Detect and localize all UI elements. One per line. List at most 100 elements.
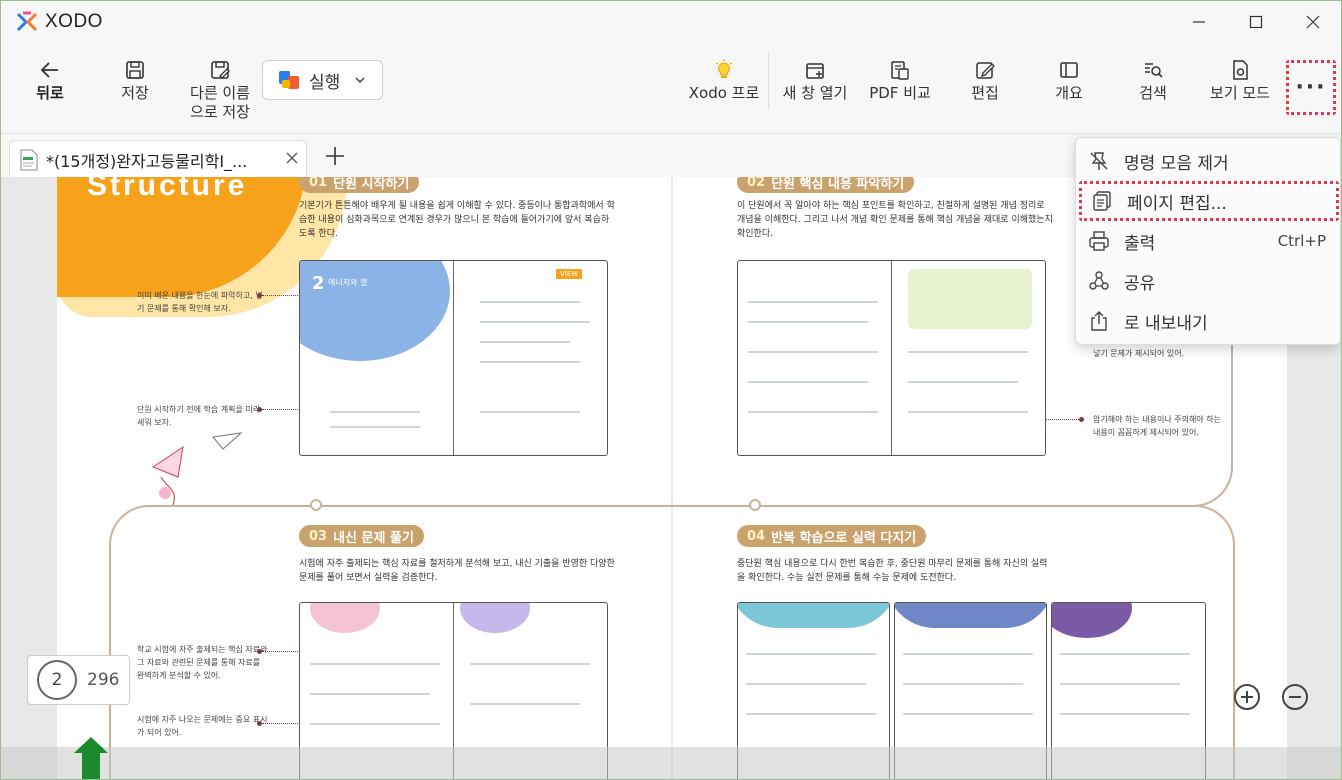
overview-button[interactable]: 개요 — [1052, 59, 1086, 129]
add-tab-icon[interactable] — [323, 144, 347, 168]
thumb-line — [908, 351, 1028, 353]
section-pill-04: 04 반복 학습으로 실력 다지기 — [737, 525, 927, 547]
section-num: 03 — [309, 528, 328, 544]
tab-close-icon[interactable] — [284, 150, 300, 166]
flow-node — [749, 499, 761, 511]
thumb-blob — [908, 269, 1032, 329]
save-as-label-1: 다른 이름 — [190, 84, 250, 102]
edit-label: 편집 — [971, 84, 999, 102]
xodo-window: XODO 뒤로 저장 다른 이름 으로 저장 실행 Xodo 프로 새 창 열기… — [0, 0, 1342, 780]
minimize-icon — [1193, 21, 1205, 23]
thumb-line — [746, 713, 876, 715]
view-mode-label: 보기 모드 — [1210, 84, 1270, 102]
thumb-line — [746, 683, 866, 685]
thumb-line — [480, 411, 580, 413]
section-title: 반복 학습으로 실력 다지기 — [771, 530, 917, 546]
apps-icon — [279, 71, 299, 89]
thumb-line — [748, 381, 868, 383]
new-window-button[interactable]: 새 창 열기 — [777, 59, 853, 129]
thumb-line — [480, 321, 590, 323]
horizontal-scroll-area[interactable] — [1, 747, 1341, 779]
pdf-compare-label: PDF 비교 — [869, 84, 931, 102]
side-note: 이미 배운 내용을 한눈에 파악하고, 넣기 문제를 통해 확인해 보자. — [137, 291, 263, 313]
xodo-pro-label: Xodo 프로 — [688, 84, 760, 102]
maximize-button[interactable] — [1228, 1, 1284, 43]
thumb-blob — [460, 603, 530, 633]
unpin-icon — [1090, 152, 1108, 170]
chevron-down-icon — [355, 77, 365, 83]
section-title: 단원 핵심 내용 파악하기 — [771, 177, 905, 192]
section-pill-01: 01 단원 시작하기 — [299, 177, 420, 193]
thumb-line — [746, 653, 876, 655]
section-title: 내신 문제 풀기 — [333, 530, 414, 546]
page-indicator[interactable]: 2 296 — [27, 655, 130, 705]
thumb-line — [1060, 713, 1190, 715]
app-logo: XODO — [15, 10, 103, 34]
app-name: XODO — [45, 11, 103, 32]
save-as-label-2: 으로 저장 — [190, 103, 250, 121]
more-options-menu: 명령 모음 제거 페이지 편집... 출력 Ctrl+P 공유 로 내보내기 — [1075, 137, 1341, 345]
flow-node — [310, 499, 322, 511]
close-window-button[interactable] — [1285, 1, 1341, 43]
menu-item-share[interactable]: 공유 — [1076, 261, 1340, 301]
view-mode-button[interactable]: 보기 모드 — [1206, 59, 1274, 129]
section-desc-04: 중단원 핵심 내용으로 다시 한번 복습한 후, 중단원 마무리 문제를 통해 … — [737, 559, 1048, 583]
thumb-view-badge: VIEW — [556, 269, 583, 279]
zoom-out-icon[interactable] — [1280, 682, 1310, 712]
pdf-compare-button[interactable]: PDF 비교 — [866, 59, 934, 129]
export-icon — [1091, 311, 1107, 331]
thumb-fold — [891, 261, 892, 455]
thumb-line — [908, 411, 1028, 413]
tab-title: *(15개정)완자고등물리학Ⅰ_... — [46, 151, 248, 171]
section-pill-03: 03 내신 문제 풀기 — [299, 525, 424, 547]
menu-item-remove-command-bar[interactable]: 명령 모음 제거 — [1076, 141, 1340, 181]
close-icon — [1306, 15, 1320, 29]
thumb-line — [908, 381, 1018, 383]
xodo-pro-button[interactable]: Xodo 프로 — [685, 59, 763, 129]
thumb-line — [330, 426, 420, 428]
search-button[interactable]: 검색 — [1136, 59, 1170, 129]
document-tab[interactable]: *(15개정)완자고등물리학Ⅰ_... — [9, 140, 307, 178]
menu-item-label: 출력 — [1124, 233, 1156, 254]
thumb-line — [903, 713, 1033, 715]
thumb-line — [748, 321, 868, 323]
menu-item-edit-pages[interactable]: 페이지 편집... — [1079, 181, 1339, 221]
thumb-line — [903, 683, 1023, 685]
save-icon — [126, 61, 144, 79]
section-num: 04 — [747, 528, 766, 544]
search-icon — [1145, 63, 1163, 78]
save-button[interactable]: 저장 — [113, 59, 157, 129]
run-dropdown[interactable]: 실행 — [262, 60, 383, 100]
sidebar-panel-icon — [1060, 62, 1078, 78]
zoom-in-icon[interactable] — [1232, 682, 1262, 712]
toolbar-divider — [768, 53, 769, 109]
side-note: 단원 시작하기 전에 학습 계획을 미리 세워 보자. — [137, 405, 261, 427]
back-button[interactable]: 뒤로 — [27, 59, 73, 129]
save-as-button[interactable]: 다른 이름 으로 저장 — [185, 59, 255, 129]
sample-page-thumbnail: 2 에너지와 열 VIEW — [299, 260, 608, 456]
arrow-up-icon — [74, 737, 108, 779]
run-label: 실행 — [309, 72, 341, 93]
minimize-button[interactable] — [1171, 1, 1227, 43]
thumb-line — [480, 301, 580, 303]
side-note: 암기해야 하는 내용이나 주의해야 하는 내용이 꼼꼼하게 제시되어 있어. — [1093, 415, 1221, 437]
thumb-line — [470, 663, 590, 665]
thumb-fold — [453, 261, 454, 455]
save-as-icon — [211, 61, 230, 79]
save-label: 저장 — [121, 84, 149, 102]
main-toolbar: 뒤로 저장 다른 이름 으로 저장 실행 Xodo 프로 새 창 열기 PDF … — [1, 43, 1341, 133]
more-options-button[interactable]: ··· — [1286, 60, 1336, 115]
section-desc-03: 시험에 자주 출제되는 핵심 자료를 철저하게 분석해 보고, 내신 기출을 반… — [299, 559, 615, 583]
menu-item-print[interactable]: 출력 Ctrl+P — [1076, 221, 1340, 261]
edit-button[interactable]: 편집 — [968, 59, 1002, 129]
new-window-icon — [806, 63, 824, 79]
total-pages: 296 — [87, 670, 120, 690]
thumb-line — [310, 693, 430, 695]
thumb-line — [480, 341, 570, 343]
overview-label: 개요 — [1055, 84, 1083, 102]
side-note: 시험에 자주 나오는 문제에는 중요 표시가 되어 있어. — [137, 715, 268, 737]
thumb-line — [1060, 683, 1180, 685]
thumb-line — [480, 361, 580, 363]
menu-item-export[interactable]: 로 내보내기 — [1076, 301, 1340, 341]
section-num: 01 — [309, 177, 328, 190]
